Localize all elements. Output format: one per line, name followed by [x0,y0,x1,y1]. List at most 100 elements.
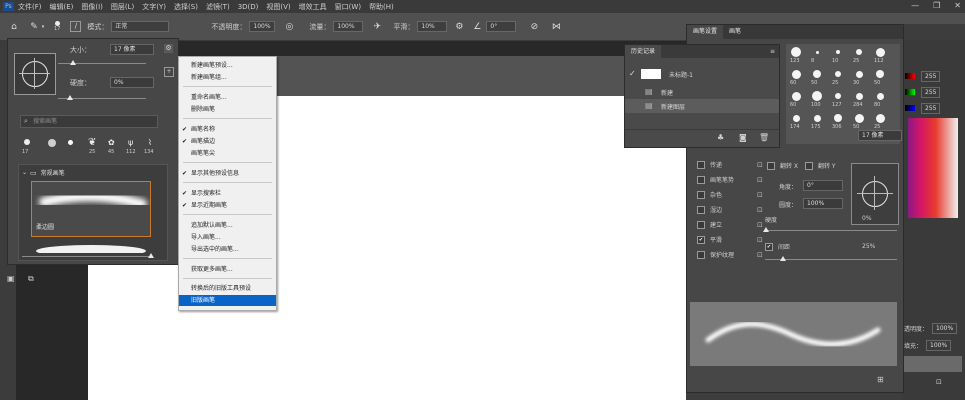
quick-mask-icon[interactable]: ▣ [7,274,15,283]
spacing-row[interactable]: ✔ 间距 [765,242,790,251]
brush-tip-icon[interactable] [24,139,30,145]
color-value-input[interactable]: 255 [921,102,941,114]
brush-diameter-input[interactable]: 17 像素 [858,130,902,141]
size-slider-thumb[interactable] [70,60,76,65]
panel-settings-gear-icon[interactable]: ⚙ [164,44,173,53]
preview-size-slider[interactable] [22,256,152,257]
color-value-input[interactable]: 255 [921,86,941,98]
menu-item-brush-stroke[interactable]: 画笔描边 [179,136,276,147]
color-value-input[interactable]: 255 [921,70,941,82]
lock-icon[interactable]: ⊡ [757,251,763,259]
size-input[interactable]: 17 像素 [110,44,154,55]
brush-tip-icon[interactable] [791,91,801,101]
minimize-button[interactable]: — [911,1,919,10]
screen-mode-icon[interactable]: ⧉ [28,274,34,284]
menu-window[interactable]: 窗口(W) [335,2,361,12]
tab-history[interactable]: 历史记录 [625,45,662,58]
spacing-slider-thumb[interactable] [780,256,786,261]
menu-edit[interactable]: 编辑(E) [50,2,74,12]
option-protect-texture[interactable]: 保护纹理 ⊡ [697,248,763,261]
menu-layer[interactable]: 图层(L) [111,2,134,12]
checkbox[interactable] [697,250,705,259]
checkbox[interactable] [697,175,705,184]
brush-tip-icon[interactable] [856,49,862,55]
layer-opacity-input[interactable]: 100% [932,323,958,334]
hardness-input[interactable]: 0% [110,77,154,88]
menu-item-new-brush-group[interactable]: 新建画笔组... [179,72,276,83]
menu-item-brush-tip[interactable]: 画笔笔尖 [179,148,276,159]
tab-brushes[interactable]: 画笔 [723,25,747,39]
color-spectrum[interactable] [908,118,958,218]
brush-folder-row[interactable]: ⌄ ▭ 常规画笔 [22,168,65,178]
menu-filter[interactable]: 滤镜(T) [206,2,230,12]
menu-type[interactable]: 文字(Y) [142,2,166,12]
brush-tip-icon[interactable] [875,47,885,57]
brush-tip-icon[interactable] [875,113,885,123]
lock-icon[interactable]: ⊡ [757,161,763,169]
flip-x-row[interactable]: 翻转 X [767,161,798,170]
brush-tip-icon[interactable] [836,50,840,54]
checkbox[interactable] [805,161,813,170]
checkbox[interactable] [697,205,705,214]
brush-tip-icon[interactable] [835,93,841,99]
menu-3d[interactable]: 3D(D) [238,3,259,11]
tab-brush-settings[interactable]: 画笔设置 [687,25,724,39]
lock-icon[interactable]: ⊡ [936,378,942,386]
butterfly-brush-icon[interactable]: ❦ [88,137,96,148]
color-slider-row[interactable]: 255 [905,86,941,98]
menu-file[interactable]: 文件(F) [18,2,42,12]
selected-brush-row[interactable]: 柔边圆 [31,181,151,237]
lock-icon[interactable]: ⊡ [757,191,763,199]
option-wet-edges[interactable]: 湿边 ⊡ [697,203,763,216]
color-slider-row[interactable]: 255 [905,70,941,82]
color-slider-row[interactable]: 255 [905,102,941,114]
hardness-slider[interactable] [765,230,897,231]
checkbox[interactable] [697,190,705,199]
menu-view[interactable]: 视图(V) [266,2,290,12]
menu-item-show-search-bar[interactable]: 显示搜索栏 [179,188,276,199]
history-brush-source-icon[interactable]: ✓ [629,69,636,78]
leaf-brush-icon[interactable]: ✿ [108,138,115,147]
menu-item-legacy-brushes[interactable]: 旧版画笔 [179,295,276,306]
menu-item-get-more-brushes[interactable]: 获取更多画笔... [179,264,276,275]
history-step-active[interactable]: ▤ 新建图层 [625,99,779,113]
brush-tip-icon[interactable] [813,114,821,122]
angle-input[interactable]: 0° [486,21,517,32]
brush-tip-icon[interactable] [855,92,863,100]
grass-brush-icon[interactable]: ψ [128,138,133,147]
checkbox[interactable] [767,161,775,170]
pressure-size-icon[interactable]: ⊘ [528,21,540,33]
option-smoothing[interactable]: ✔ 平滑 ⊡ [697,233,763,246]
panel-menu-icon[interactable]: ≡ [770,48,775,55]
layer-row[interactable] [904,356,962,372]
option-build-up[interactable]: 建立 ⊡ [697,218,763,231]
angle-roundness-widget[interactable] [851,163,899,225]
chevron-down-icon[interactable]: ⌄ [22,169,27,176]
lock-icon[interactable]: ⊡ [757,236,763,244]
brush-tip-icon[interactable] [68,140,73,145]
brush-preset-picker[interactable]: 17 [54,21,60,32]
chevron-down-icon[interactable]: ▾ [40,21,46,33]
home-icon[interactable]: ⌂ [8,21,20,33]
menu-item-import-brushes[interactable]: 导入画笔... [179,232,276,243]
menu-item-rename-brush[interactable]: 重命名画笔... [179,92,276,103]
lock-icon[interactable]: ⊡ [757,221,763,229]
history-snapshot[interactable]: ✓ 未标题-1 [625,67,779,81]
checkbox-checked[interactable]: ✔ [765,242,773,251]
brush-tip-icon[interactable] [815,50,819,54]
brush-tip-icon[interactable] [854,113,864,123]
menu-item-show-preset-info[interactable]: 显示其他预设信息 [179,168,276,179]
menu-item-append-default-brushes[interactable]: 追加默认画笔... [179,220,276,231]
new-brush-icon[interactable]: ⊞ [877,375,884,384]
menu-item-delete-brush[interactable]: 删除画笔 [179,104,276,115]
option-noise[interactable]: 杂色 ⊡ [697,188,763,201]
new-document-from-state-icon[interactable]: ♣ [717,133,724,142]
option-brush-pose[interactable]: 画笔笔势 ⊡ [697,173,763,186]
smoothing-settings-gear-icon[interactable]: ⚙ [453,21,465,33]
hardness-slider-thumb[interactable] [763,227,769,232]
new-preset-icon[interactable]: + [164,67,174,77]
option-transfer[interactable]: 传递 ⊡ [697,158,763,171]
menu-item-new-brush-preset[interactable]: 新建画笔预设... [179,60,276,71]
brush-tip-icon[interactable] [835,71,841,77]
checkbox-checked[interactable]: ✔ [697,235,705,244]
